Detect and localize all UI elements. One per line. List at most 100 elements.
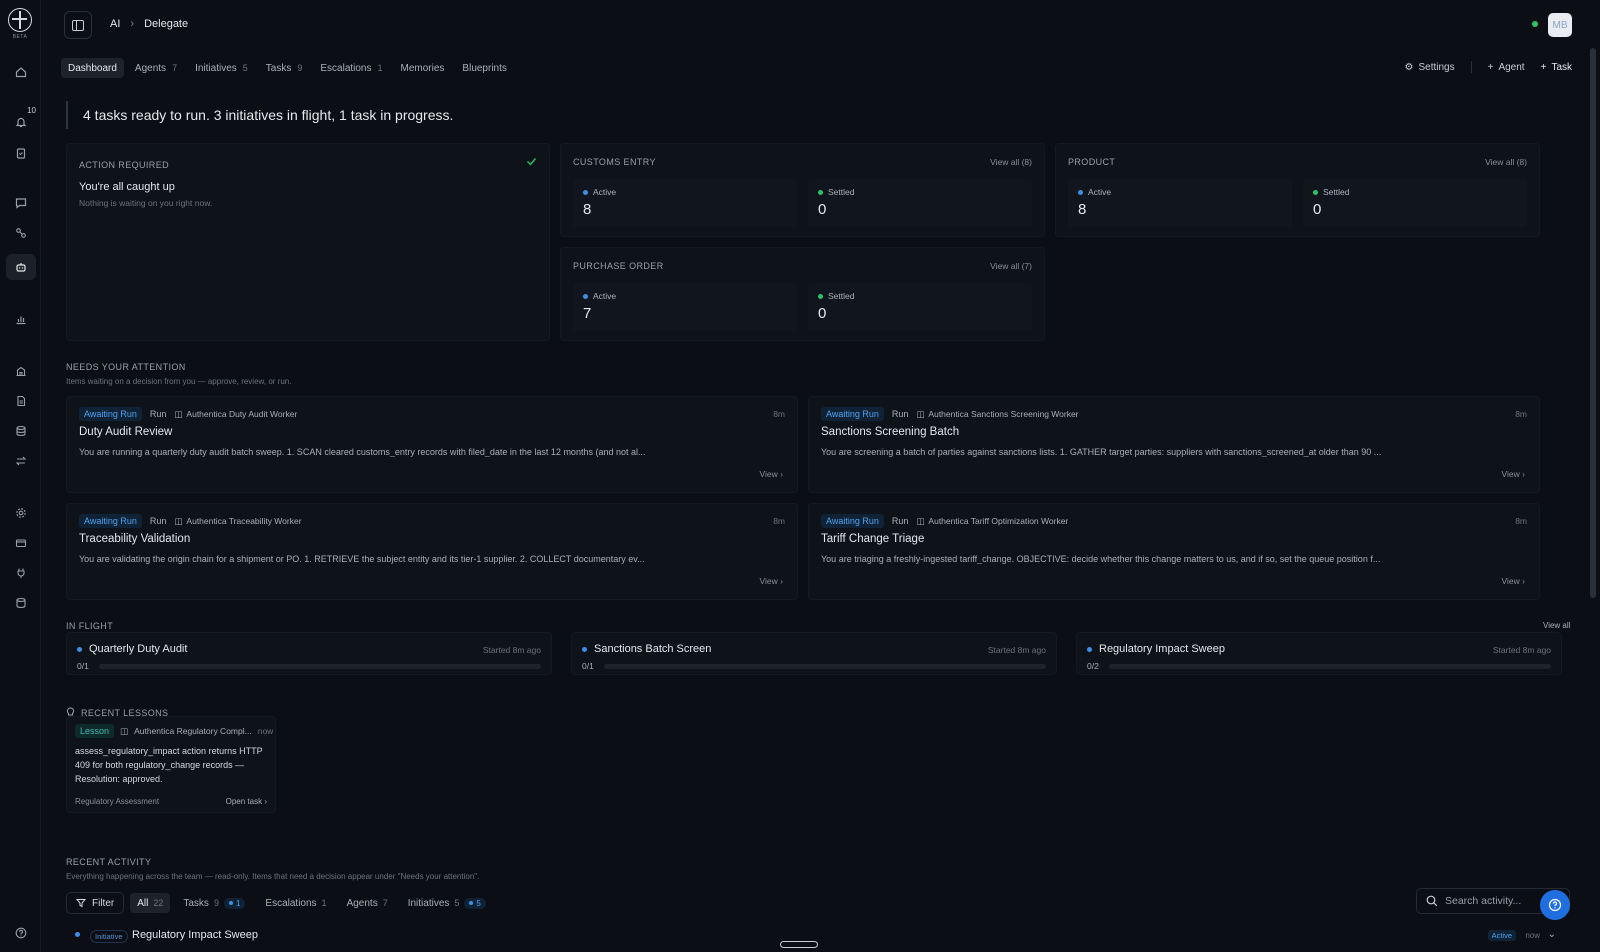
app-logo[interactable]: BETA <box>7 8 33 42</box>
search-input[interactable] <box>1445 895 1555 907</box>
card-description: You are running a quarterly duty audit b… <box>79 447 646 457</box>
view-link[interactable]: View › <box>1502 576 1526 586</box>
breadcrumb-parent[interactable]: AI <box>110 18 120 30</box>
transfer-icon[interactable] <box>6 448 36 474</box>
credit-card-icon[interactable] <box>6 530 36 556</box>
add-task-label: Task <box>1551 61 1572 73</box>
check-icon <box>527 158 537 166</box>
purchase-settled-stat[interactable]: Settled 0 <box>808 283 1032 331</box>
chevron-down-icon[interactable]: ⌄ <box>1548 929 1556 940</box>
settled-dot <box>818 189 823 195</box>
product-view-all-link[interactable]: View all (8) <box>1485 157 1527 167</box>
attention-card[interactable]: Awaiting Run Run ◫ Authentica Duty Audit … <box>66 396 798 493</box>
chart-icon[interactable] <box>6 306 36 332</box>
purchase-order-card: PURCHASE ORDER View all (7) Active 7 Set… <box>560 247 1045 341</box>
filter-tab-label: Tasks <box>183 897 209 909</box>
in-flight-card[interactable]: Regulatory Impact Sweep Started 8m ago 0… <box>1076 632 1562 675</box>
active-dot <box>583 293 588 299</box>
stat-label: Active <box>593 291 617 301</box>
breadcrumb: AI › Delegate <box>110 18 188 30</box>
document-icon[interactable] <box>6 388 36 414</box>
help-icon[interactable] <box>6 920 36 946</box>
home-icon[interactable] <box>6 59 36 85</box>
in-flight-card[interactable]: Sanctions Batch Screen Started 8m ago 0/… <box>571 632 1057 675</box>
clipboard-icon[interactable] <box>6 140 36 166</box>
plus-icon: + <box>1487 61 1494 73</box>
view-label: View <box>759 469 778 479</box>
avatar[interactable]: MB <box>1548 13 1572 37</box>
building-icon[interactable] <box>6 358 36 384</box>
filter-tab-initiatives[interactable]: Initiatives 5 5 <box>401 893 493 913</box>
status-badge: Awaiting Run <box>79 407 142 421</box>
card-title: Duty Audit Review <box>79 426 173 438</box>
in-flight-card[interactable]: Quarterly Duty Audit Started 8m ago 0/1 <box>66 632 552 675</box>
customs-view-all-link[interactable]: View all (8) <box>990 157 1032 167</box>
product-settled-stat[interactable]: Settled 0 <box>1303 179 1527 227</box>
attention-card[interactable]: Awaiting Run Run ◫ Authentica Tariff Opti… <box>808 503 1540 600</box>
plus-icon: + <box>1540 61 1547 73</box>
view-link[interactable]: View › <box>1502 469 1526 479</box>
plug-icon[interactable] <box>6 560 36 586</box>
type-badge: Initiative <box>90 930 128 943</box>
workflow-icon[interactable] <box>6 220 36 246</box>
support-chat-button[interactable] <box>1540 890 1570 920</box>
worker-name: Authentica Duty Audit Worker <box>186 409 298 419</box>
stat-value: 7 <box>583 305 592 322</box>
settings-button[interactable]: ⚙ Settings <box>1405 62 1455 73</box>
robot-icon[interactable] <box>6 254 36 280</box>
stat-value: 0 <box>818 305 827 322</box>
tab-memories[interactable]: Memories <box>394 58 452 78</box>
nav-tabs: Dashboard Agents 7 Initiatives 5 Tasks 9 Es… <box>61 58 514 78</box>
toggle-sidebar-button[interactable] <box>64 11 92 39</box>
database-icon[interactable] <box>6 418 36 444</box>
tab-blueprints[interactable]: Blueprints <box>455 58 513 78</box>
add-task-button[interactable]: + Task <box>1541 62 1572 73</box>
view-link[interactable]: View › <box>760 576 784 586</box>
chevron-right-icon: › <box>1522 469 1525 479</box>
filter-tab-label: Escalations <box>265 897 317 909</box>
initiative-name: Sanctions Batch Screen <box>594 643 712 655</box>
progress-bar <box>99 664 541 669</box>
filter-tab-escalations[interactable]: Escalations 1 <box>258 893 333 913</box>
view-label: View <box>759 576 778 586</box>
tab-agents[interactable]: Agents 7 <box>128 58 184 78</box>
bell-icon[interactable]: 10 <box>6 106 36 135</box>
scroll-handle[interactable] <box>780 941 818 948</box>
gear-icon[interactable] <box>6 500 36 526</box>
card-title: Sanctions Screening Batch <box>821 426 960 438</box>
card-title: Tariff Change Triage <box>821 533 925 545</box>
view-link[interactable]: View › <box>760 469 784 479</box>
tab-dashboard[interactable]: Dashboard <box>61 58 124 78</box>
lesson-card[interactable]: Lesson ◫ Authentica Regulatory Compl... … <box>66 716 276 813</box>
filter-tab-tasks[interactable]: Tasks 9 1 <box>176 893 252 913</box>
tab-escalations[interactable]: Escalations 1 <box>313 58 389 78</box>
beta-label: BETA <box>12 34 28 40</box>
scrollbar[interactable] <box>1590 48 1596 598</box>
tab-tasks[interactable]: Tasks 9 <box>259 58 310 78</box>
purchase-active-stat[interactable]: Active 7 <box>573 283 797 331</box>
open-task-link[interactable]: Open task › <box>226 797 267 806</box>
robot-icon: ◫ <box>174 408 183 419</box>
purchase-view-all-link[interactable]: View all (7) <box>990 261 1032 271</box>
add-agent-button[interactable]: + Agent <box>1488 62 1525 73</box>
attention-card[interactable]: Awaiting Run Run ◫ Authentica Traceabilit… <box>66 503 798 600</box>
status-badge: Awaiting Run <box>821 407 884 421</box>
customs-settled-stat[interactable]: Settled 0 <box>808 179 1032 227</box>
status-badge: Awaiting Run <box>821 514 884 528</box>
time-label: 8m <box>773 516 785 526</box>
product-active-stat[interactable]: Active 8 <box>1068 179 1292 227</box>
filter-tab-agents[interactable]: Agents 7 <box>340 893 395 913</box>
filter-button[interactable]: Filter <box>66 892 125 914</box>
search-icon <box>1426 895 1438 907</box>
card-description: You are triaging a freshly-ingested tari… <box>821 554 1381 564</box>
attention-card[interactable]: Awaiting Run Run ◫ Authentica Sanctions S… <box>808 396 1540 493</box>
tab-initiatives[interactable]: Initiatives 5 <box>188 58 255 78</box>
customs-active-stat[interactable]: Active 8 <box>573 179 797 227</box>
chat-icon[interactable] <box>6 190 36 216</box>
started-label: Started 8m ago <box>1492 645 1551 655</box>
in-flight-view-all-link[interactable]: View all <box>1543 621 1570 630</box>
storage-icon[interactable] <box>6 590 36 616</box>
chevron-right-icon: › <box>780 469 783 479</box>
summary-banner: 4 tasks ready to run. 3 initiatives in f… <box>66 101 453 129</box>
filter-tab-all[interactable]: All 22 <box>130 893 171 913</box>
